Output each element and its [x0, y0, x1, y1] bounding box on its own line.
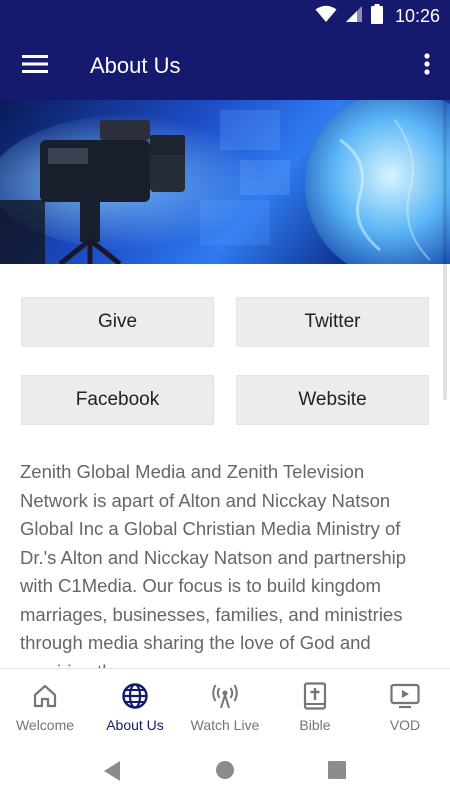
give-button[interactable]: Give [21, 297, 214, 347]
nav-item-vod[interactable]: VOD [360, 669, 450, 740]
nav-label-vod: VOD [389, 717, 421, 733]
more-vert-icon [424, 52, 430, 80]
twitter-button[interactable]: Twitter [236, 297, 429, 347]
facebook-button[interactable]: Facebook [21, 375, 214, 425]
scrollbar[interactable] [443, 100, 447, 400]
header-image [0, 100, 450, 264]
globe-icon [121, 681, 149, 711]
system-navigation-bar [0, 740, 450, 800]
nav-label-bible: Bible [299, 717, 331, 733]
menu-button[interactable] [14, 46, 56, 86]
bottom-navigation: Welcome About Us Watch Live Bible VOD [0, 668, 450, 740]
page-title: About Us [90, 53, 181, 78]
bible-icon [303, 681, 327, 711]
video-icon [390, 681, 420, 711]
broadcast-icon [211, 681, 239, 711]
wifi-icon [315, 5, 337, 28]
more-options-button[interactable] [416, 46, 438, 86]
nav-item-bible[interactable]: Bible [270, 669, 360, 740]
battery-icon [370, 3, 383, 29]
home-icon [32, 681, 58, 711]
recents-square-icon[interactable] [327, 760, 347, 785]
about-description: Zenith Global Media and Zenith Televisio… [20, 461, 407, 668]
about-content: Zenith Global Media and Zenith Televisio… [20, 458, 430, 668]
nav-item-about-us[interactable]: About Us [90, 669, 180, 740]
status-icons: 10:26 [315, 3, 440, 29]
website-button[interactable]: Website [236, 375, 429, 425]
nav-label-welcome: Welcome [15, 717, 75, 733]
nav-label-watch-live: Watch Live [190, 717, 260, 733]
signal-icon [345, 5, 363, 28]
back-icon[interactable] [102, 760, 122, 787]
nav-item-watch-live[interactable]: Watch Live [180, 669, 270, 740]
status-time: 10:26 [394, 5, 440, 26]
app-bar: About Us [0, 32, 450, 100]
home-circle-icon[interactable] [215, 760, 235, 785]
menu-icon [22, 54, 48, 79]
status-bar: 10:26 [0, 0, 450, 32]
tv-camera-globe-image [0, 100, 450, 264]
nav-label-about-us: About Us [106, 717, 164, 733]
nav-item-welcome[interactable]: Welcome [0, 669, 90, 740]
